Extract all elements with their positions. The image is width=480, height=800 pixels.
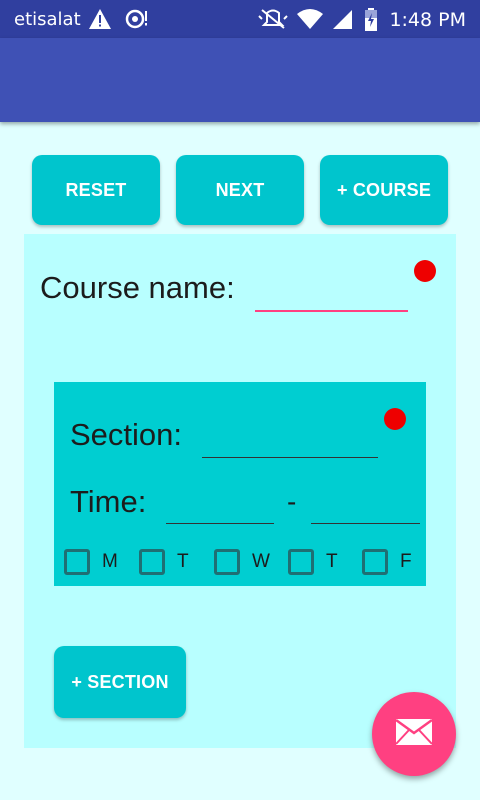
day-label: T — [326, 551, 338, 572]
wifi-icon — [296, 8, 324, 35]
day-label: T — [177, 551, 189, 572]
mail-fab[interactable] — [372, 692, 456, 776]
course-name-input[interactable] — [255, 274, 408, 312]
time-end-input[interactable] — [311, 490, 420, 524]
day-checkbox[interactable] — [362, 549, 388, 575]
day-wednesday[interactable]: W — [214, 548, 270, 576]
sync-icon — [124, 8, 150, 35]
day-checkbox[interactable] — [64, 549, 90, 575]
mute-icon — [258, 8, 288, 35]
add-course-button[interactable]: + COURSE — [320, 155, 448, 225]
day-label: M — [102, 551, 118, 572]
section-required-dot — [384, 408, 406, 430]
time-start-input[interactable] — [166, 490, 274, 524]
course-name-label: Course name: — [40, 270, 235, 305]
add-section-button[interactable]: + SECTION — [54, 646, 186, 718]
course-required-dot — [414, 260, 436, 282]
battery-icon — [364, 8, 378, 37]
time-separator: - — [287, 486, 297, 517]
day-label: F — [400, 551, 412, 572]
day-tuesday[interactable]: T — [139, 548, 189, 576]
section-label: Section: — [70, 417, 183, 452]
reset-button[interactable]: RESET — [32, 155, 160, 225]
next-button[interactable]: NEXT — [176, 155, 304, 225]
section-input[interactable] — [202, 424, 378, 458]
day-checkbox[interactable] — [288, 549, 314, 575]
mail-icon — [395, 718, 433, 751]
time-label: Time: — [70, 484, 147, 519]
day-monday[interactable]: M — [64, 548, 118, 576]
app-bar — [0, 38, 480, 122]
course-panel: Course name: Section: Time: - M T W T F — [24, 234, 456, 748]
section-panel: Section: Time: - M T W T F — [54, 382, 426, 586]
status-bar: etisalat 1:48 PM — [0, 0, 480, 38]
day-label: W — [252, 551, 270, 572]
day-thursday[interactable]: T — [288, 548, 338, 576]
carrier-name: etisalat — [14, 9, 81, 30]
status-time: 1:48 PM — [389, 9, 466, 31]
warning-icon — [88, 8, 112, 35]
signal-icon — [331, 8, 353, 35]
day-checkbox[interactable] — [139, 549, 165, 575]
day-friday[interactable]: F — [362, 548, 412, 576]
day-checkbox[interactable] — [214, 549, 240, 575]
